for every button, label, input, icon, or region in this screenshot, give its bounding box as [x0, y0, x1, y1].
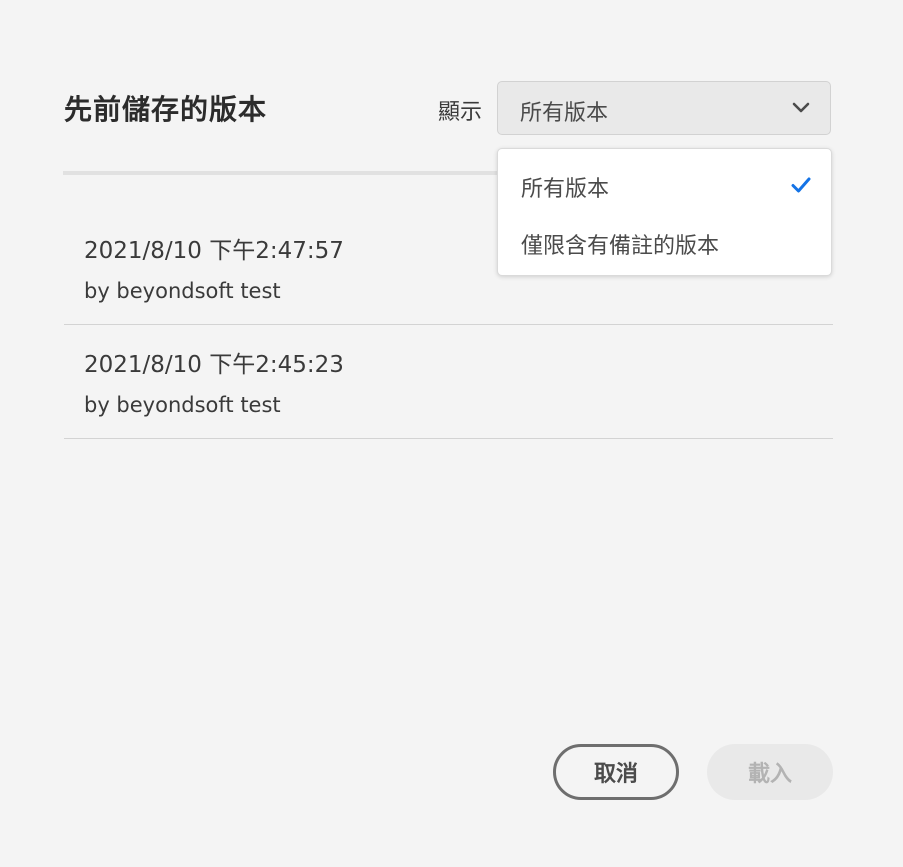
- version-filter-dropdown[interactable]: 所有版本: [497, 81, 831, 135]
- versions-dialog: 先前儲存的版本 顯示 所有版本 2021/8/10 下午2:47:57 by b…: [0, 0, 903, 867]
- show-filter-label: 顯示: [438, 100, 483, 125]
- menu-item-versions-with-notes[interactable]: 僅限含有備註的版本: [498, 216, 831, 268]
- cancel-button[interactable]: 取消: [553, 744, 679, 800]
- chevron-down-icon: [792, 102, 810, 113]
- version-author: by beyondsoft test: [84, 279, 281, 303]
- menu-item-all-versions[interactable]: 所有版本: [498, 159, 831, 211]
- version-list-item[interactable]: 2021/8/10 下午2:45:23 by beyondsoft test: [64, 325, 833, 439]
- version-author: by beyondsoft test: [84, 393, 281, 417]
- menu-item-label: 僅限含有備註的版本: [521, 234, 720, 259]
- dialog-title: 先前儲存的版本: [64, 93, 268, 126]
- header-divider: [63, 171, 499, 175]
- checkmark-icon: [791, 177, 811, 193]
- version-timestamp: 2021/8/10 下午2:45:23: [84, 352, 344, 378]
- version-filter-menu: 所有版本 僅限含有備註的版本: [497, 148, 832, 276]
- menu-item-label: 所有版本: [521, 177, 610, 202]
- load-button[interactable]: 載入: [707, 744, 833, 800]
- version-timestamp: 2021/8/10 下午2:47:57: [84, 238, 344, 264]
- version-filter-selected-value: 所有版本: [520, 101, 609, 126]
